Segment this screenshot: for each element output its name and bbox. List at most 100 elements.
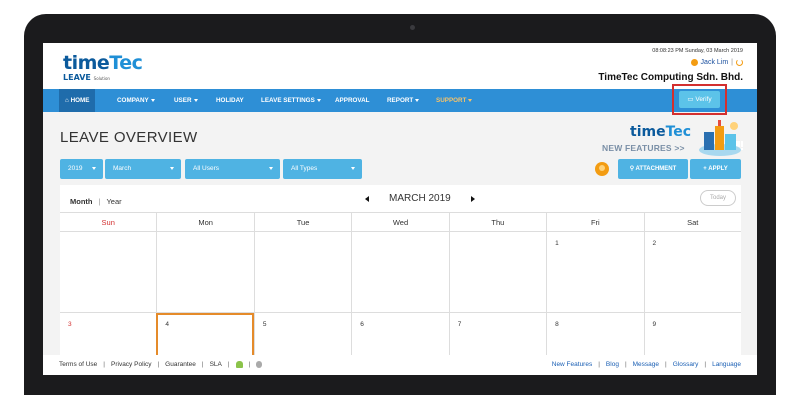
weekday-label: Wed — [351, 213, 448, 231]
android-icon[interactable] — [235, 361, 243, 368]
footer-link-guarantee[interactable]: Guarantee — [165, 361, 196, 368]
company-name: TimeTec Computing Sdn. Bhd. — [598, 72, 743, 83]
apply-label: APPLY — [708, 166, 728, 172]
verify-button[interactable]: ▭ Verify — [679, 91, 720, 108]
separator: | — [103, 361, 105, 368]
nav-company[interactable]: COMPANY — [117, 89, 155, 112]
weekday-label: Mon — [156, 213, 253, 231]
user-name-link[interactable]: Jack Lim — [701, 59, 729, 66]
nav-report-label: REPORT — [387, 97, 414, 104]
weekday-label: Thu — [448, 213, 546, 231]
logo-text-a: time — [63, 52, 110, 74]
chevron-down-icon — [269, 167, 273, 170]
nav-leave-settings-label: LEAVE SETTINGS — [261, 97, 315, 104]
apply-button[interactable]: + APPLY — [690, 159, 741, 179]
chevron-down-icon — [316, 98, 321, 102]
nav-leave-settings[interactable]: LEAVE SETTINGS — [261, 89, 321, 112]
chevron-down-icon — [92, 167, 96, 170]
separator: | — [665, 361, 667, 368]
separator: | — [598, 361, 600, 368]
day-cell[interactable] — [253, 232, 351, 312]
new-features-banner[interactable]: timeTec NEW FEATURES >> — [600, 118, 743, 156]
footer-link-terms[interactable]: Terms of Use — [59, 361, 97, 368]
weekday-label: Sun — [101, 218, 115, 227]
nav-report[interactable]: REPORT — [387, 89, 420, 112]
logout-icon[interactable] — [736, 59, 743, 66]
year-value: 2019 — [68, 165, 83, 172]
month-select[interactable]: March — [105, 159, 181, 179]
day-cell[interactable] — [351, 232, 448, 312]
users-select[interactable]: All Users — [185, 159, 280, 179]
tab-separator: | — [98, 197, 101, 206]
apple-icon[interactable] — [256, 361, 263, 368]
attachment-button[interactable]: ⚲ ATTACHMENT — [618, 159, 688, 179]
calendar-week: 1 2 — [60, 232, 741, 313]
calendar-title: MARCH 2019 — [389, 193, 451, 204]
separator: | — [157, 361, 160, 368]
logo-text-b: Tec — [109, 52, 143, 74]
footer-link-blog[interactable]: Blog — [606, 361, 619, 368]
tab-month[interactable]: Month — [70, 197, 93, 206]
types-value: All Types — [291, 165, 318, 172]
nav-holiday[interactable]: HOLIDAY — [216, 89, 244, 112]
verify-label: Verify — [695, 96, 712, 103]
footer-right-links: New Features | Blog | Message | Glossary… — [552, 361, 741, 368]
chevron-down-icon — [468, 98, 473, 102]
footer-link-glossary[interactable]: Glossary — [673, 361, 699, 368]
day-cell[interactable] — [448, 232, 546, 312]
prev-month-icon[interactable] — [365, 195, 369, 202]
tab-year[interactable]: Year — [106, 197, 121, 206]
nav-approval-label: APPROVAL — [335, 97, 370, 104]
next-month-icon[interactable] — [470, 195, 475, 202]
nav-home[interactable]: ⌂ HOME — [59, 89, 96, 112]
separator: | — [248, 361, 251, 368]
page-footer: Terms of Use | Privacy Policy | Guarante… — [43, 355, 757, 375]
weekday-label: Sat — [643, 213, 741, 231]
nav-company-label: COMPANY — [117, 97, 149, 104]
day-cell[interactable]: 2 — [643, 232, 741, 312]
nav-approval[interactable]: APPROVAL — [335, 89, 370, 112]
lightbulb-icon[interactable] — [595, 162, 609, 176]
logo-sub-small: Solution — [93, 76, 110, 81]
weekday-header: Sun Mon Tue Wed Thu Fri Sat — [60, 212, 741, 232]
nav-support[interactable]: SUPPORT — [436, 89, 473, 112]
chevron-down-icon — [170, 167, 174, 170]
datetime-display: 08:08:23 PM Sunday, 03 March 2019 — [652, 48, 743, 54]
year-select[interactable]: 2019 — [60, 159, 103, 179]
day-cell[interactable]: 1 — [546, 232, 643, 312]
user-icon — [690, 59, 698, 66]
calendar-panel: Month | Year MARCH 2019 Today Sun Mon Tue … — [60, 185, 741, 375]
view-tabs: Month | Year — [70, 197, 122, 206]
today-button[interactable]: Today — [700, 190, 736, 206]
day-cell[interactable] — [60, 232, 156, 312]
top-header: timeTec LEAVE Solution 08:08:23 PM Sunda… — [43, 43, 757, 89]
page-title: LEAVE OVERVIEW — [60, 129, 198, 146]
separator: | — [624, 361, 627, 368]
timetec-logo[interactable]: timeTec LEAVE Solution — [63, 52, 143, 83]
separator: | — [704, 361, 707, 368]
day-cell[interactable] — [156, 232, 253, 312]
month-value: March — [113, 165, 132, 172]
nav-user[interactable]: USER — [174, 89, 198, 112]
footer-link-sla[interactable]: SLA — [210, 361, 222, 368]
types-select[interactable]: All Types — [283, 159, 362, 179]
chevron-down-icon — [351, 167, 355, 170]
footer-link-language[interactable]: Language — [712, 361, 741, 368]
banner-logo: timeTec — [630, 124, 691, 140]
app-screen: timeTec LEAVE Solution 08:08:23 PM Sunda… — [43, 43, 757, 375]
main-nav: ⌂ HOME COMPANY USER HOLIDAY LEAVE SETTIN… — [43, 89, 757, 151]
footer-left-links: Terms of Use | Privacy Policy | Guarante… — [59, 361, 263, 368]
user-line: Jack Lim | — [690, 59, 743, 66]
separator: | — [201, 361, 204, 368]
nav-home-label: HOME — [70, 97, 90, 104]
logo-sub: LEAVE — [63, 73, 91, 82]
nav-user-label: USER — [174, 97, 192, 104]
footer-link-new-features[interactable]: New Features — [552, 361, 592, 368]
nav-holiday-label: HOLIDAY — [216, 97, 244, 104]
footer-link-privacy[interactable]: Privacy Policy — [111, 361, 151, 368]
banner-logo-b: Tec — [665, 124, 692, 140]
attachment-label: ATTACHMENT — [635, 166, 677, 172]
footer-link-message[interactable]: Message — [633, 361, 659, 368]
users-value: All Users — [193, 165, 220, 172]
separator: | — [731, 59, 733, 66]
